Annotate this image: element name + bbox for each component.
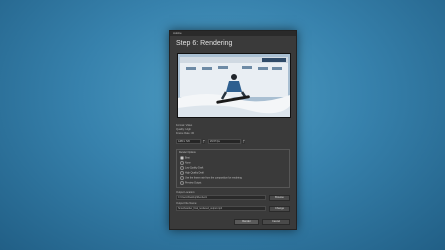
render-dialog: Adobe Step 6: Rendering Format: Video Qu… (169, 30, 297, 230)
snowboarder-scene (178, 54, 290, 117)
option-low-draft[interactable]: Low Quality Draft (180, 166, 203, 170)
option-preview-output[interactable]: Preview Output (180, 181, 201, 185)
output-file-field[interactable]: Snowboarder_final_rendered_output.mp4 (176, 206, 266, 211)
option-none[interactable]: None (180, 161, 191, 165)
output-file-label: Output File Name: (176, 202, 198, 205)
radio-icon[interactable] (180, 176, 184, 180)
options-header: Render Options (179, 151, 196, 154)
frame-rate-select[interactable]: 29.97 fps (208, 139, 241, 144)
option-high-draft[interactable]: High Quality Draft (180, 171, 204, 175)
dialog-heading: Step 6: Rendering (176, 40, 233, 47)
output-location-label: Output Location: (176, 191, 196, 194)
info-frame-rate: Frame Rate: 30 (176, 132, 195, 135)
radio-icon[interactable] (180, 181, 184, 185)
output-path-field[interactable]: C:\Users\Desktop\Renders\ (176, 195, 266, 200)
radio-icon[interactable] (180, 156, 184, 160)
size-spin-up-button[interactable]: ▲ (202, 139, 205, 144)
info-quality: Quality: High (176, 128, 191, 131)
cancel-button[interactable]: Cancel (262, 219, 290, 225)
browse-button[interactable]: Browse (269, 195, 290, 201)
size-select[interactable]: 1280 x 720 (176, 139, 201, 144)
rate-spin-down-button[interactable]: ▼ (242, 139, 245, 144)
render-options-group: Render Options Best None Low Quality Dra… (176, 149, 290, 188)
change-button[interactable]: Change (269, 206, 290, 212)
radio-icon[interactable] (180, 171, 184, 175)
window-title: Adobe (170, 31, 296, 36)
option-use-comp-rate[interactable]: Use the frame rate from the composition … (180, 176, 242, 180)
radio-icon[interactable] (180, 161, 184, 165)
option-best[interactable]: Best (180, 156, 190, 160)
info-format: Format: Video (176, 124, 193, 127)
render-preview-image (177, 53, 291, 118)
render-settings-row: 1280 x 720 ▲ 29.97 fps ▼ (176, 139, 290, 145)
render-button[interactable]: Render (234, 219, 259, 225)
radio-icon[interactable] (180, 166, 184, 170)
